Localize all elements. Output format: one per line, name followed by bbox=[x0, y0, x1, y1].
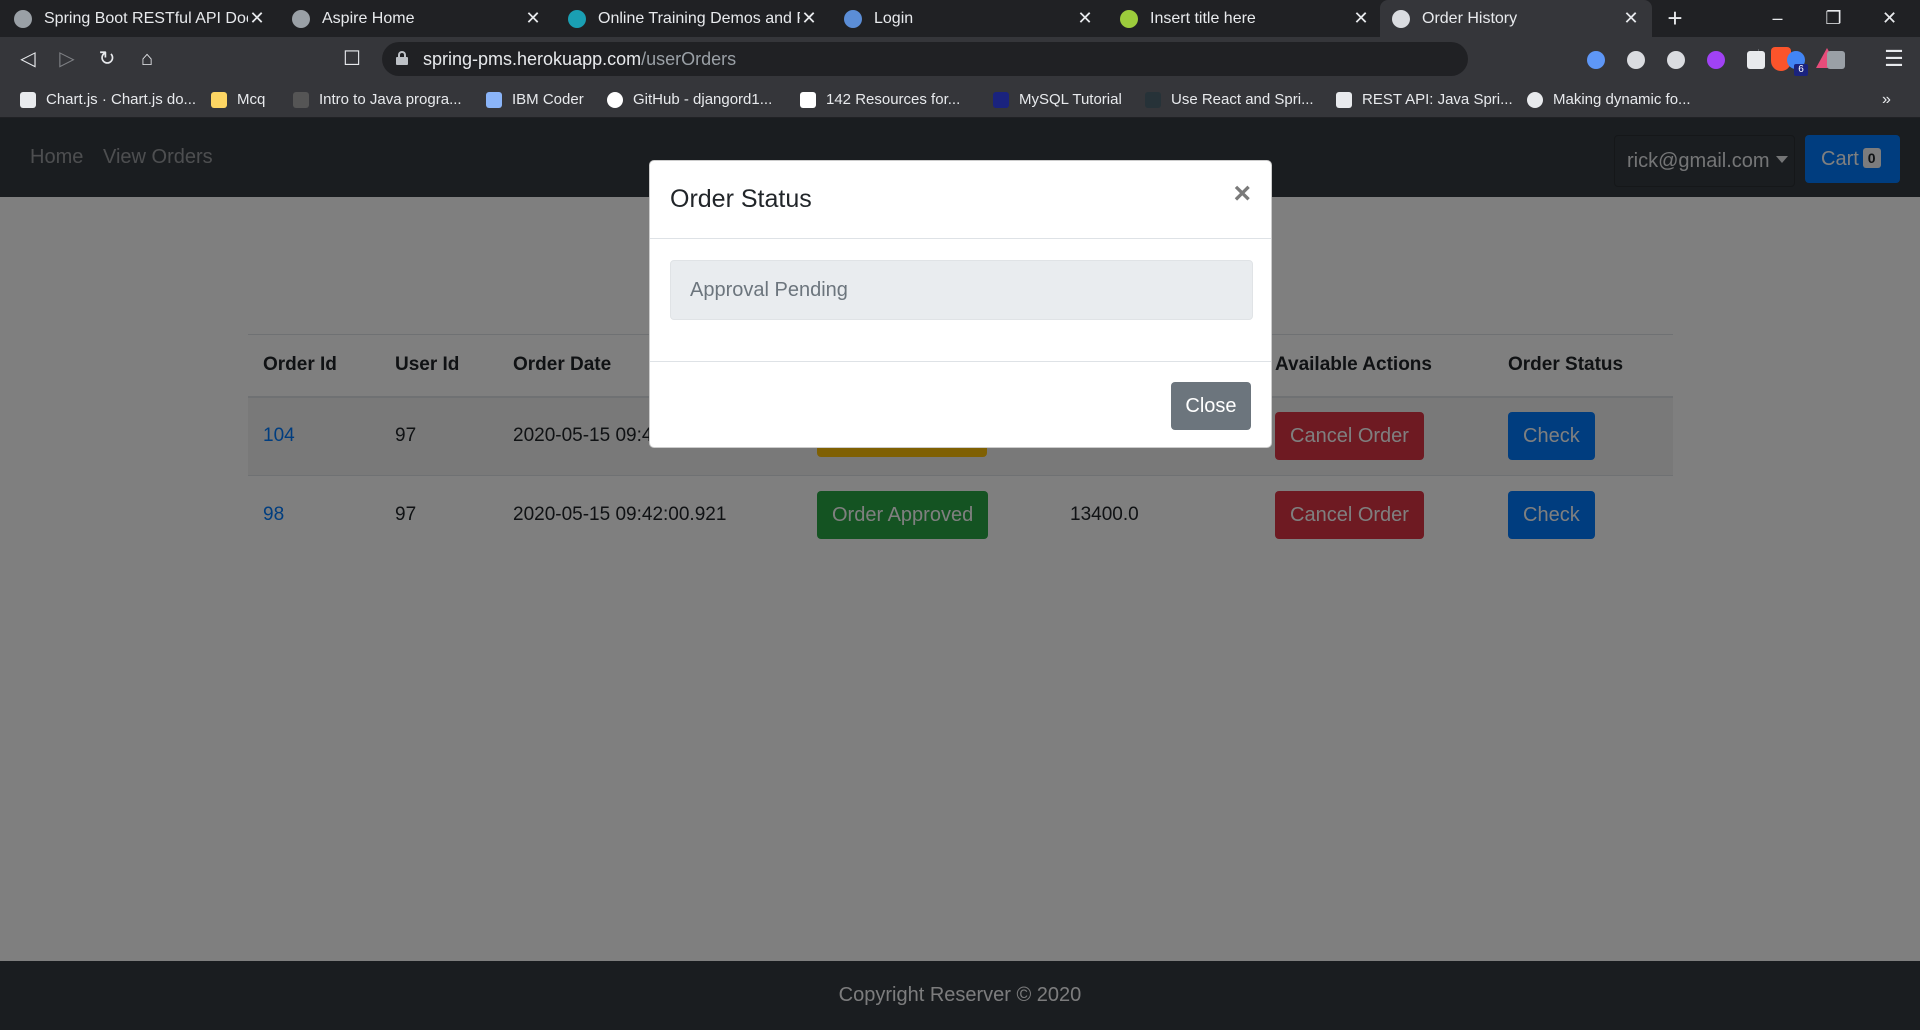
tab-online-training[interactable]: Online Training Demos and PP ✕ bbox=[556, 0, 830, 37]
url-host: spring-pms.herokuapp.com bbox=[423, 49, 642, 69]
modal-footer: Close bbox=[650, 361, 1271, 448]
close-icon[interactable]: ✕ bbox=[248, 8, 266, 29]
bookmark-label: Intro to Java progra... bbox=[319, 91, 462, 108]
bookmark-label: Making dynamic fo... bbox=[1553, 91, 1691, 108]
ibm-icon bbox=[486, 91, 502, 108]
bookmark-dynamic-forms[interactable]: Making dynamic fo... bbox=[1527, 81, 1691, 118]
github-icon bbox=[607, 91, 623, 108]
bookmark-icon[interactable]: ☐ bbox=[342, 45, 362, 73]
restore-icon[interactable]: ❐ bbox=[1806, 0, 1861, 37]
globe-icon bbox=[292, 9, 310, 28]
bookmark-favicon-icon bbox=[293, 91, 309, 108]
puzzle-icon[interactable] bbox=[1827, 51, 1845, 69]
bookmark-label: 142 Resources for... bbox=[826, 91, 961, 108]
modal-title: Order Status bbox=[670, 185, 812, 213]
bookmark-ibm-coder[interactable]: IBM Coder bbox=[486, 81, 584, 118]
bookmark-label: Chart.js · Chart.js do... bbox=[46, 91, 197, 108]
bookmark-intro-java[interactable]: Intro to Java progra... bbox=[293, 81, 462, 118]
close-icon[interactable]: ✕ bbox=[1622, 8, 1640, 29]
tab-favicon-icon bbox=[14, 9, 32, 28]
close-icon[interactable]: ✕ bbox=[800, 8, 818, 29]
order-status-modal: Order Status × Approval Pending Close bbox=[649, 160, 1272, 448]
lock-icon[interactable] bbox=[396, 51, 408, 65]
close-icon[interactable]: ✕ bbox=[1352, 8, 1370, 29]
bookmark-label: GitHub - djangord1... bbox=[633, 91, 773, 108]
close-icon[interactable]: ✕ bbox=[524, 8, 542, 29]
extension-badge: 6 bbox=[1794, 64, 1808, 76]
chartjs-icon bbox=[20, 91, 36, 108]
modal-body: Approval Pending bbox=[670, 260, 1253, 320]
tab-title: Login bbox=[874, 9, 914, 27]
tab-title: Aspire Home bbox=[322, 9, 415, 27]
tab-login[interactable]: Login ✕ bbox=[832, 0, 1106, 37]
tab-favicon-icon bbox=[844, 9, 862, 28]
bookmarks-bar: Chart.js · Chart.js do... Mcq Intro to J… bbox=[0, 81, 1920, 118]
tab-order-history[interactable]: Order History ✕ bbox=[1380, 0, 1652, 37]
bookmark-label: Mcq bbox=[237, 91, 266, 108]
browser-tab-strip: Spring Boot RESTful API Docum ✕ Aspire H… bbox=[0, 0, 1920, 37]
browser-toolbar: ◁ ▷ ↻ ⌂ ☐ spring-pms.herokuapp.com/userO… bbox=[0, 37, 1920, 81]
home-icon[interactable]: ⌂ bbox=[133, 45, 161, 73]
bookmark-github[interactable]: GitHub - djangord1... bbox=[607, 81, 772, 118]
close-button[interactable]: Close bbox=[1171, 382, 1251, 430]
medium-icon bbox=[800, 91, 816, 108]
bookmark-label: MySQL Tutorial bbox=[1019, 91, 1122, 108]
close-icon[interactable]: × bbox=[1233, 179, 1251, 209]
reload-icon[interactable]: ↻ bbox=[93, 45, 121, 73]
new-tab-icon[interactable]: + bbox=[1661, 4, 1689, 32]
close-icon[interactable]: ✕ bbox=[1076, 8, 1094, 29]
react-devtools-icon[interactable] bbox=[1627, 51, 1645, 69]
minimize-icon[interactable]: – bbox=[1750, 0, 1805, 37]
bookmark-medium[interactable]: 142 Resources for... bbox=[800, 81, 960, 118]
bookmark-chartjs[interactable]: Chart.js · Chart.js do... bbox=[20, 81, 196, 118]
bookmark-rest-api[interactable]: REST API: Java Spri... bbox=[1336, 81, 1513, 118]
leaf-icon bbox=[1120, 9, 1138, 28]
url-path: /userOrders bbox=[641, 49, 737, 69]
modal-header: Order Status × bbox=[650, 161, 1271, 239]
tab-title: Online Training Demos and PP bbox=[598, 9, 800, 27]
tab-title: Spring Boot RESTful API Docum bbox=[44, 9, 248, 27]
wave-icon[interactable] bbox=[1707, 51, 1725, 69]
address-bar[interactable]: spring-pms.herokuapp.com/userOrders bbox=[382, 42, 1838, 76]
tab-title: Order History bbox=[1422, 9, 1518, 27]
bookmark-mcq[interactable]: Mcq bbox=[211, 81, 265, 118]
tab-spring-boot-docs[interactable]: Spring Boot RESTful API Docum ✕ bbox=[2, 0, 278, 37]
target-icon[interactable] bbox=[1667, 51, 1685, 69]
tab-insert-title[interactable]: Insert title here ✕ bbox=[1108, 0, 1382, 37]
window-close-icon[interactable]: ✕ bbox=[1862, 0, 1917, 37]
tab-favicon-icon bbox=[568, 9, 586, 28]
folder-icon bbox=[211, 91, 227, 108]
mysql-icon bbox=[993, 91, 1009, 108]
window-icon[interactable] bbox=[1747, 51, 1765, 69]
url-text[interactable]: spring-pms.herokuapp.com/userOrders bbox=[423, 49, 736, 70]
bookmark-label: REST API: Java Spri... bbox=[1362, 91, 1513, 108]
bookmark-favicon-icon bbox=[1336, 91, 1352, 108]
bookmark-favicon-icon bbox=[1145, 91, 1161, 108]
extension-icon[interactable] bbox=[1587, 51, 1605, 69]
bookmark-mysql[interactable]: MySQL Tutorial bbox=[993, 81, 1122, 118]
bookmark-label: IBM Coder bbox=[512, 91, 584, 108]
bookmark-label: Use React and Spri... bbox=[1171, 91, 1314, 108]
menu-icon[interactable]: ☰ bbox=[1882, 45, 1906, 73]
tab-aspire-home[interactable]: Aspire Home ✕ bbox=[280, 0, 554, 37]
back-icon[interactable]: ◁ bbox=[14, 45, 42, 73]
chevron-right-icon[interactable]: » bbox=[1882, 81, 1891, 118]
globe-icon bbox=[1392, 9, 1410, 28]
tab-title: Insert title here bbox=[1150, 9, 1256, 27]
bookmark-react-spring[interactable]: Use React and Spri... bbox=[1145, 81, 1314, 118]
forward-icon: ▷ bbox=[59, 48, 75, 70]
order-status-field: Approval Pending bbox=[670, 260, 1253, 320]
globe-icon bbox=[1527, 91, 1543, 108]
